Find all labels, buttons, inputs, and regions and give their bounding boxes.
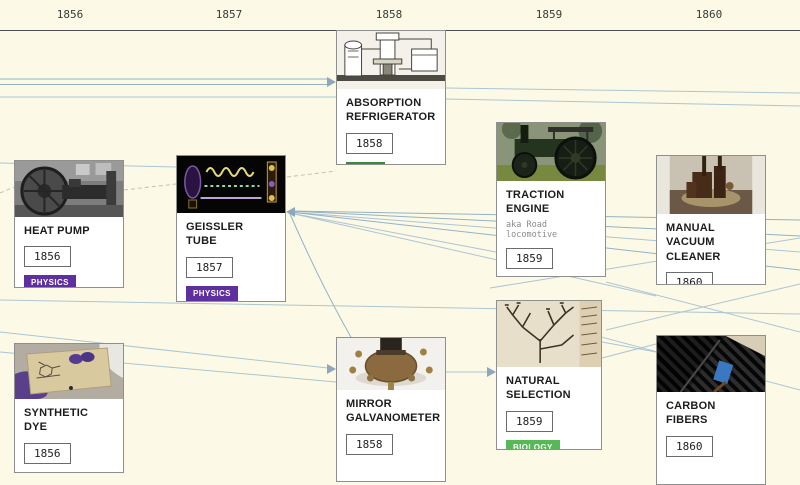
- card-title: MIRROR GALVANOMETER: [346, 397, 436, 426]
- card-year: 1856: [24, 443, 71, 464]
- tag-physics[interactable]: PHYSICS: [24, 275, 76, 288]
- card-year: 1858: [346, 133, 393, 154]
- card-natural-selection[interactable]: NATURAL SELECTION 1859 BIOLOGY: [496, 300, 602, 450]
- card-title: GEISSLER TUBE: [186, 220, 276, 249]
- card-heat-pump[interactable]: HEAT PUMP 1856 PHYSICS: [14, 160, 124, 288]
- card-traction-engine[interactable]: TRACTION ENGINE aka Road locomotive 1859…: [496, 122, 606, 277]
- absorption-refrigerator-image: [337, 31, 445, 89]
- traction-engine-image: [497, 123, 605, 181]
- card-title: NATURAL SELECTION: [506, 374, 592, 403]
- card-absorption-refrigerator[interactable]: ABSORPTION REFRIGERATOR 1858 FOOD: [336, 30, 446, 165]
- card-carbon-fibers[interactable]: CARBON FIBERS 1860: [656, 335, 766, 485]
- geissler-tube-image: [177, 156, 285, 213]
- card-year: 1859: [506, 248, 553, 269]
- heat-pump-image: [15, 161, 123, 217]
- card-year: 1859: [506, 411, 553, 432]
- carbon-fibers-image: [657, 336, 765, 392]
- card-year: 1860: [666, 272, 713, 285]
- card-title: MANUAL VACUUM CLEANER: [666, 221, 756, 264]
- arrow-into-absorption: [327, 77, 336, 87]
- card-year: 1857: [186, 257, 233, 278]
- tag-biology[interactable]: BIOLOGY: [506, 440, 560, 450]
- card-synthetic-dye[interactable]: SYNTHETIC DYE 1856: [14, 343, 124, 473]
- arrow-into-mirror: [327, 364, 336, 374]
- mirror-galvanometer-image: [337, 338, 445, 390]
- manual-vacuum-cleaner-image: [657, 156, 765, 214]
- card-year: 1858: [346, 434, 393, 455]
- tag-food[interactable]: FOOD: [346, 162, 385, 165]
- card-manual-vacuum-cleaner[interactable]: MANUAL VACUUM CLEANER 1860 SANITATION: [656, 155, 766, 285]
- natural-selection-image: [497, 301, 601, 367]
- synthetic-dye-image: [15, 344, 123, 399]
- card-title: CARBON FIBERS: [666, 399, 756, 428]
- card-title: HEAT PUMP: [24, 224, 114, 238]
- card-mirror-galvanometer[interactable]: MIRROR GALVANOMETER 1858: [336, 337, 446, 482]
- card-geissler-tube[interactable]: GEISSLER TUBE 1857 PHYSICS CHEMISTRY LIG…: [176, 155, 286, 302]
- card-subtitle: aka Road locomotive: [506, 220, 596, 240]
- card-year: 1860: [666, 436, 713, 457]
- card-title: TRACTION ENGINE: [506, 188, 596, 217]
- tag-physics[interactable]: PHYSICS: [186, 286, 238, 301]
- card-title: SYNTHETIC DYE: [24, 406, 114, 435]
- card-year: 1856: [24, 246, 71, 267]
- card-title: ABSORPTION REFRIGERATOR: [346, 96, 436, 125]
- arrow-into-natural-selection: [487, 367, 496, 377]
